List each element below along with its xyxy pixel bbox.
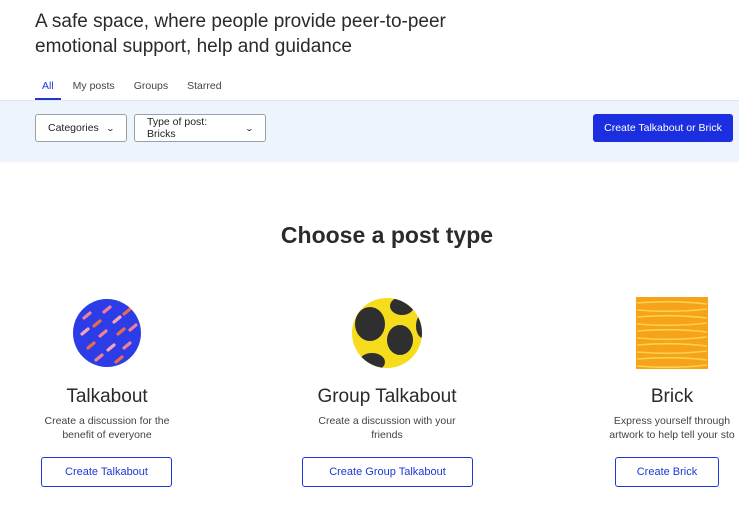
group-talkabout-description: Create a discussion with your friends <box>318 415 456 441</box>
brick-description: Express yourself through artwork to help… <box>609 415 735 441</box>
post-type-dropdown-label: Type of post: Bricks <box>147 116 208 140</box>
create-talkabout-button[interactable]: Create Talkabout <box>41 457 172 487</box>
page-headline: A safe space, where people provide peer-… <box>35 11 446 57</box>
post-type-dropdown[interactable]: Type of post: Bricks ⌄ <box>134 114 266 142</box>
group-talkabout-card: Group Talkabout Create a discussion with… <box>292 296 482 487</box>
chevron-down-icon: ⌄ <box>244 123 255 133</box>
create-talkabout-or-brick-button[interactable]: Create Talkabout or Brick <box>593 114 733 142</box>
choose-post-type-title: Choose a post type <box>280 222 494 248</box>
talkabout-card: Talkabout Create a discussion for the be… <box>12 296 202 487</box>
tab-all[interactable]: All <box>35 80 61 100</box>
create-group-talkabout-button[interactable]: Create Group Talkabout <box>302 457 473 487</box>
filter-bar: Categories ⌄ Type of post: Bricks ⌄ Crea… <box>0 100 739 162</box>
talkabout-description: Create a discussion for the benefit of e… <box>44 415 170 441</box>
brick-icon <box>636 297 708 369</box>
tab-starred[interactable]: Starred <box>180 80 228 100</box>
tab-my-posts[interactable]: My posts <box>66 80 122 100</box>
brick-title: Brick <box>650 386 694 407</box>
chevron-down-icon: ⌄ <box>105 123 115 133</box>
group-talkabout-title: Group Talkabout <box>317 386 457 407</box>
categories-dropdown[interactable]: Categories ⌄ <box>35 114 127 142</box>
create-brick-button[interactable]: Create Brick <box>615 457 719 487</box>
group-talkabout-icon <box>352 298 422 368</box>
post-tabs: All My posts Groups Starred <box>35 80 234 100</box>
talkabout-title: Talkabout <box>66 386 148 407</box>
categories-dropdown-label: Categories <box>48 122 99 134</box>
talkabout-icon <box>73 299 141 367</box>
tab-groups[interactable]: Groups <box>127 80 175 100</box>
brick-card: Brick Express yourself through artwork t… <box>572 296 739 487</box>
